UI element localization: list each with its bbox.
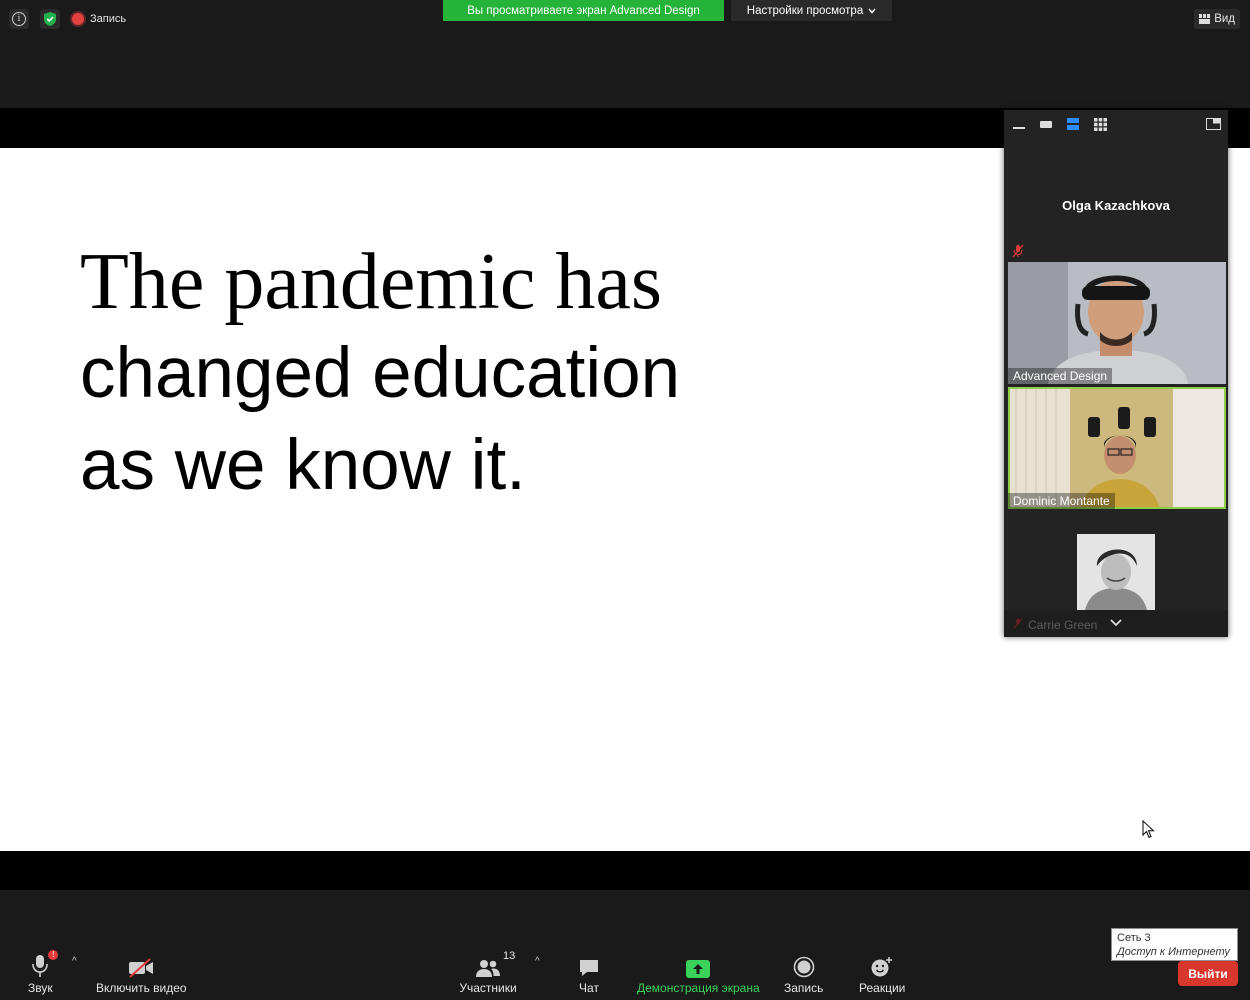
strip-view-icon[interactable]: [1067, 117, 1079, 131]
participants-label: Участники: [459, 981, 517, 995]
slide-text: The pandemic has changed education as we…: [80, 236, 680, 512]
participant-row-carrie-green[interactable]: Carrie Green: [1004, 610, 1228, 637]
share-screen-icon: [686, 960, 711, 978]
view-button[interactable]: Вид: [1194, 9, 1240, 29]
alert-badge-icon: !: [48, 950, 59, 960]
participants-button[interactable]: 13 Участники: [459, 950, 517, 995]
record-label: Запись: [784, 981, 824, 995]
slide-line-1: The pandemic has: [80, 238, 662, 326]
participant-photo-carrie-green[interactable]: [1077, 534, 1155, 610]
video-tile-advanced-design[interactable]: Advanced Design: [1008, 262, 1226, 384]
participant-video-advanced-design: [1008, 262, 1226, 384]
screen-share-banner: Вы просматриваете экран Advanced Design: [443, 0, 724, 21]
network-tooltip-line-1: Сеть 3: [1117, 932, 1151, 944]
video-off-icon: [129, 958, 154, 978]
audio-options-caret-icon[interactable]: ^: [72, 956, 77, 967]
chat-label: Чат: [579, 981, 599, 995]
tile-name-dominic-montante: Dominic Montante: [1008, 493, 1115, 509]
network-tooltip-line-2: Доступ к Интернету: [1117, 946, 1230, 958]
record-dot-icon: [72, 13, 84, 25]
tile-name-carrie-green: Carrie Green: [1028, 618, 1098, 632]
minimize-icon[interactable]: [1013, 117, 1025, 131]
reactions-label: Реакции: [859, 981, 906, 995]
start-video-label: Включить видео: [96, 981, 187, 995]
audio-button[interactable]: ! Звук: [28, 950, 59, 995]
participants-options-caret-icon[interactable]: ^: [535, 956, 540, 967]
record-button[interactable]: Запись: [784, 950, 823, 995]
leave-meeting-button[interactable]: Выйти: [1178, 961, 1238, 986]
chevron-down-icon[interactable]: [1110, 619, 1122, 627]
single-view-icon[interactable]: [1040, 117, 1052, 131]
video-gallery-panel: Olga Kazachkova Advanced Design Dominic …: [1004, 110, 1228, 637]
participant-name-olga: Olga Kazachkova: [1062, 198, 1170, 213]
participant-video-dominic-montante: [1008, 387, 1226, 509]
grid-view-icon[interactable]: [1094, 117, 1107, 131]
view-button-label: Вид: [1214, 13, 1235, 25]
slide-line-3: as we know it.: [80, 426, 526, 505]
record-icon: [793, 956, 814, 978]
reactions-icon: [871, 957, 893, 977]
start-video-button[interactable]: Включить видео: [96, 950, 187, 995]
video-tile-dominic-montante[interactable]: Dominic Montante: [1008, 387, 1226, 509]
microphone-icon: [32, 955, 49, 977]
audio-label: Звук: [28, 981, 53, 995]
meeting-control-bar: ! Звук ^ Включить видео 13 Участники ^ Ч…: [0, 890, 1250, 1000]
recording-label: Запись: [90, 13, 127, 25]
share-screen-label: Демонстрация экрана: [637, 981, 760, 995]
participants-count: 13: [503, 950, 516, 962]
pop-out-icon[interactable]: [1206, 117, 1221, 131]
shield-icon[interactable]: [40, 9, 60, 29]
mouse-cursor-icon: [1142, 820, 1155, 839]
reactions-button[interactable]: Реакции: [859, 950, 905, 995]
meeting-top-bar: i Запись Вы просматриваете экран Advance…: [0, 0, 1250, 108]
chat-button[interactable]: Чат: [578, 950, 600, 995]
info-icon[interactable]: i: [9, 9, 29, 29]
chevron-down-icon: [868, 8, 876, 14]
grid-view-icon: [1199, 14, 1211, 24]
recording-indicator[interactable]: Запись: [72, 9, 126, 29]
network-tooltip: Сеть 3 Доступ к Интернету: [1111, 928, 1238, 961]
chat-icon: [580, 960, 598, 976]
participants-icon: [476, 960, 500, 977]
gallery-toolbar: [1004, 110, 1228, 138]
share-screen-button[interactable]: Демонстрация экрана: [637, 950, 760, 995]
muted-mic-icon: [1012, 244, 1024, 263]
view-options-label: Настройки просмотра: [746, 4, 864, 17]
slide-line-2: changed education: [80, 334, 681, 413]
view-options-dropdown[interactable]: Настройки просмотра: [731, 0, 892, 21]
muted-mic-icon: [1013, 618, 1023, 629]
tile-name-advanced-design: Advanced Design: [1008, 368, 1113, 384]
letterbox-bottom: [0, 851, 1250, 890]
